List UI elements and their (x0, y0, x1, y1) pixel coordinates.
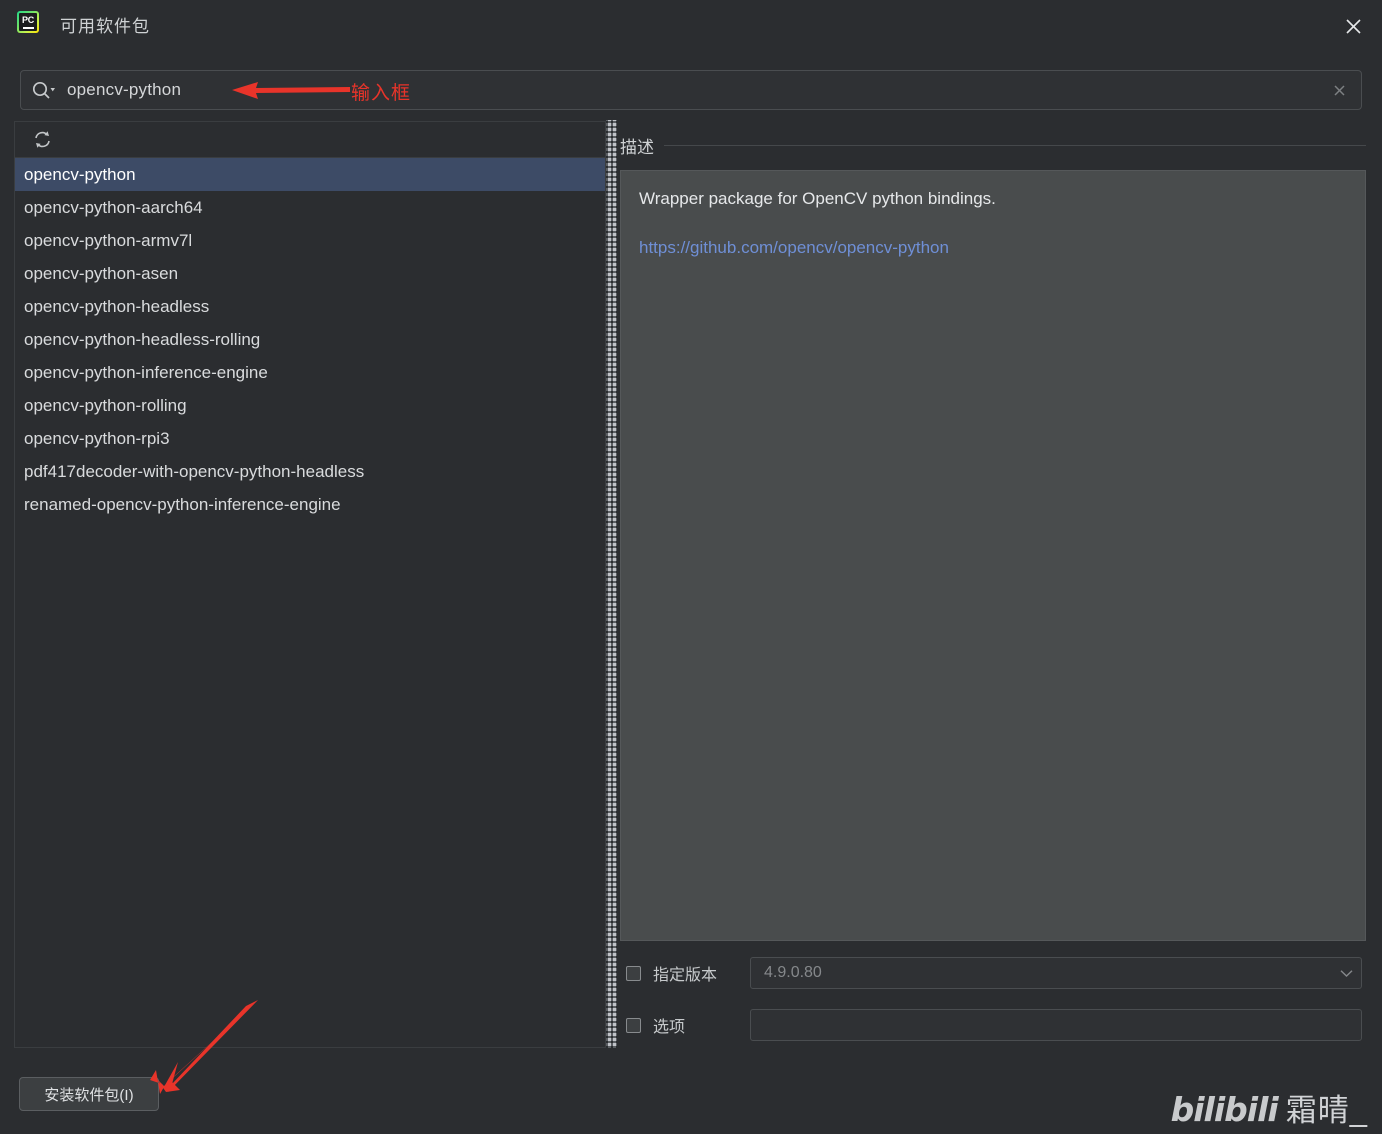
description-body: Wrapper package for OpenCV python bindin… (620, 170, 1366, 941)
install-package-button[interactable]: 安装软件包(I) (19, 1077, 159, 1111)
description-header: 描述 (620, 128, 1366, 162)
clear-icon (1333, 84, 1345, 96)
package-list-item[interactable]: opencv-python-rolling (15, 389, 605, 422)
description-divider (664, 144, 1366, 146)
watermark-name: 霜晴_ (1285, 1093, 1368, 1128)
close-button[interactable] (1336, 9, 1370, 43)
package-list-item[interactable]: opencv-python-asen (15, 257, 605, 290)
package-list-item[interactable]: opencv-python (15, 158, 605, 191)
watermark: bilibili 霜晴_ (1171, 1093, 1368, 1126)
description-link[interactable]: https://github.com/opencv/opencv-python (639, 238, 949, 257)
logo-text: PC (22, 14, 34, 25)
version-dropdown-arrow[interactable] (1331, 958, 1361, 988)
package-list-item[interactable]: opencv-python-rpi3 (15, 422, 605, 455)
chevron-down-icon (1340, 969, 1352, 977)
specify-version-label: 指定版本 (653, 967, 718, 984)
refresh-icon (34, 131, 50, 148)
close-icon (1345, 18, 1361, 34)
description-text: Wrapper package for OpenCV python bindin… (639, 189, 996, 208)
description-title: 描述 (620, 137, 654, 157)
pycharm-logo-icon: PC (17, 11, 39, 33)
options-row: 选项 (620, 1008, 1366, 1042)
specify-version-checkbox[interactable] (626, 965, 641, 981)
package-list-item[interactable]: pdf417decoder-with-opencv-python-headles… (15, 455, 605, 488)
package-list-item[interactable]: renamed-opencv-python-inference-engine (15, 488, 605, 521)
package-list[interactable]: opencv-python opencv-python-aarch64 opencv… (15, 158, 605, 521)
available-packages-dialog: PC 可用软件包 opencv-python 输入框 opencv-python… (0, 0, 1382, 1134)
package-list-item[interactable]: opencv-python-armv7l (15, 224, 605, 257)
version-dropdown[interactable]: 4.9.0.80 (750, 957, 1362, 989)
search-input[interactable]: opencv-python (67, 80, 1317, 100)
specify-version-row: 指定版本 4.9.0.80 (620, 956, 1366, 990)
annotation-label-input: 输入框 (351, 83, 412, 104)
chevron-down-icon (50, 88, 55, 92)
title-bar: PC 可用软件包 (0, 0, 1382, 52)
search-icon (32, 81, 55, 99)
dialog-title: 可用软件包 (60, 17, 150, 36)
panel-splitter[interactable] (606, 120, 617, 1048)
package-list-panel: opencv-python opencv-python-aarch64 opencv… (14, 121, 606, 1048)
package-list-item[interactable]: opencv-python-headless (15, 290, 605, 323)
package-list-item[interactable]: opencv-python-inference-engine (15, 356, 605, 389)
options-input-wrap[interactable] (750, 1009, 1362, 1041)
package-list-item[interactable]: opencv-python-headless-rolling (15, 323, 605, 356)
options-checkbox[interactable] (626, 1017, 641, 1033)
search-icon-button[interactable] (21, 71, 67, 109)
list-toolbar (15, 122, 605, 158)
options-label: 选项 (653, 1019, 686, 1036)
watermark-brand: bilibili (1170, 1090, 1279, 1129)
logo-underbar (22, 26, 34, 29)
package-list-item[interactable]: opencv-python-aarch64 (15, 191, 605, 224)
refresh-button[interactable] (29, 128, 55, 152)
version-value: 4.9.0.80 (764, 964, 822, 981)
clear-search-button[interactable] (1317, 71, 1361, 109)
search-field[interactable]: opencv-python (20, 70, 1362, 110)
